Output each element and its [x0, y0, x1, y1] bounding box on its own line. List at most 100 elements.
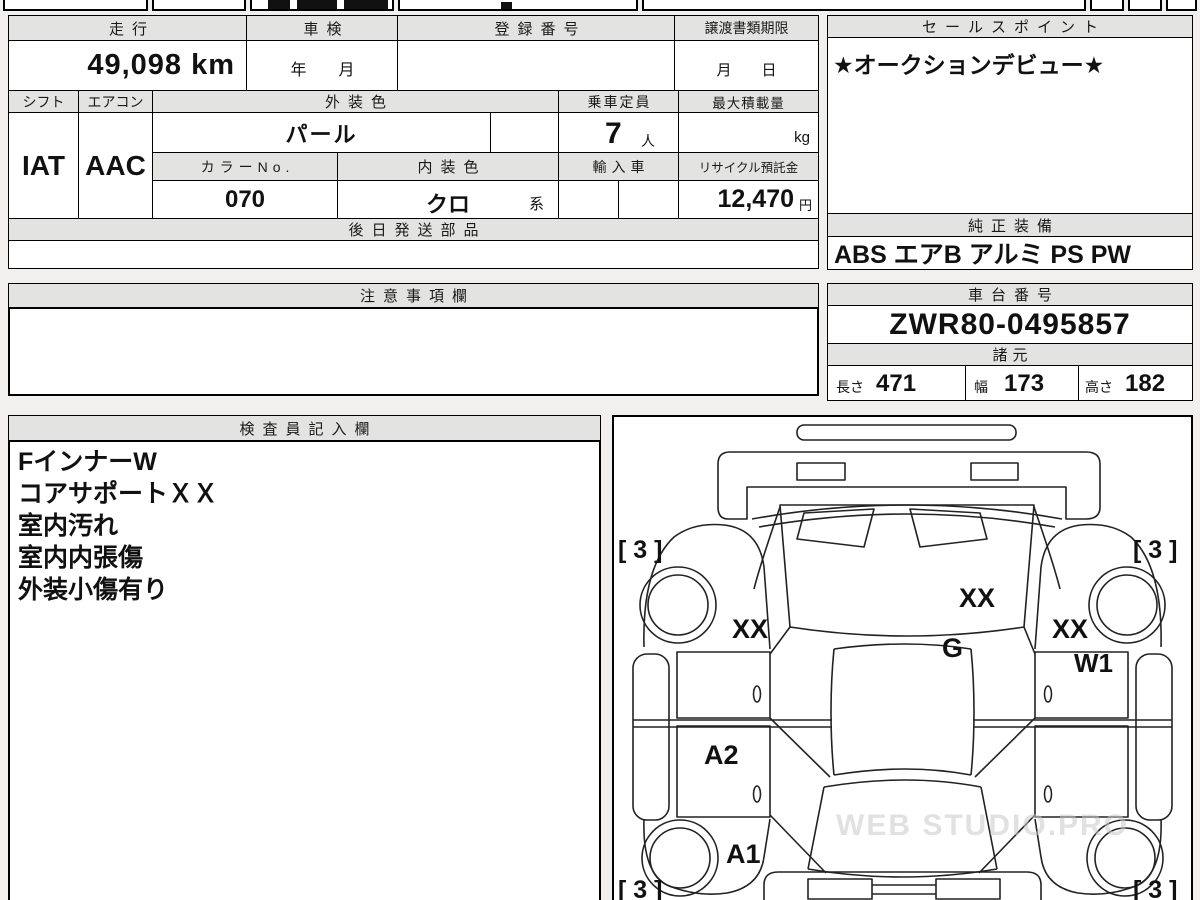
interior-color-header: 内装色 — [337, 152, 559, 181]
recycle-deposit-value: 12,470 — [717, 185, 794, 213]
height-label: 高さ — [1085, 379, 1113, 395]
roof-rear-arc — [823, 779, 982, 788]
caution-box — [8, 307, 819, 396]
door-handle-slit — [1043, 785, 1053, 803]
exterior-color-header: 外装色 — [152, 90, 559, 113]
wheel-front-left — [639, 566, 717, 644]
caution-header: 注意事項欄 — [8, 283, 819, 308]
import-value-cell-2 — [618, 180, 679, 219]
inspection-value: 年 月 — [246, 40, 399, 91]
corner-mark-rear-left: [ 3 ] — [618, 876, 662, 900]
genuine-equipment-value: ABS エアB アルミ PS PW — [827, 236, 1193, 270]
car-damage-diagram: WEB STUDIO.PRO [ 3 ] [ 3 ] XX XX XX G W1… — [618, 424, 1177, 900]
inspector-note: 室内内張傷 — [18, 544, 144, 572]
capacity-unit: 人 — [641, 133, 655, 149]
spec-width-cell: 幅 173 — [965, 365, 1079, 401]
rear-bumper-slot-right — [935, 878, 1001, 900]
wheel-front-left-inner — [647, 574, 709, 636]
left-sill — [632, 653, 670, 821]
chassis-header: 車台番号 — [827, 283, 1193, 306]
later-parts-header: 後日発送部品 — [8, 218, 819, 241]
interior-color-value-cell: クロ 系 — [337, 180, 559, 219]
length-label: 長さ — [836, 379, 864, 395]
aircon-header: エアコン — [78, 90, 153, 113]
clipped-cell — [3, 0, 148, 11]
inspection-header: 車検 — [246, 15, 399, 41]
front-bumper-slot-left — [796, 462, 846, 481]
length-value: 471 — [876, 370, 917, 397]
cowl-arc — [751, 504, 1063, 520]
interior-color-suffix: 系 — [528, 196, 544, 213]
mileage-value: 49,098 km — [8, 40, 248, 91]
spec-height-cell: 高さ 182 — [1078, 365, 1193, 401]
damage-mark-right-fender: XX — [1052, 614, 1088, 644]
rear-bumper-slot-left — [807, 878, 873, 900]
front-bumper-shape — [717, 451, 1101, 520]
clipped-cell — [1090, 0, 1124, 11]
clipped-cell — [1166, 0, 1197, 11]
clipped-cell — [398, 0, 638, 11]
inspector-note: 室内汚れ — [18, 512, 119, 540]
damage-mark-a2: A2 — [704, 740, 739, 770]
later-parts-value — [8, 240, 819, 269]
interior-color-value: クロ — [426, 192, 471, 217]
front-left-door — [676, 651, 771, 719]
rear-bumper-band — [872, 884, 936, 895]
auction-sheet: 走行 車検 登録番号 譲渡書類期限 49,098 km 年 月 月 日 シフト … — [0, 0, 1200, 900]
clipped-cell — [152, 0, 246, 11]
chassis-value: ZWR80-0495857 — [827, 305, 1193, 344]
width-label: 幅 — [974, 379, 988, 395]
damage-mark-left-fender: XX — [732, 614, 768, 644]
watermark-text: WEB STUDIO.PRO — [836, 809, 1129, 842]
exterior-color-extra-cell — [490, 112, 559, 153]
crease-line — [1023, 626, 1036, 655]
damage-mark-a1: A1 — [726, 839, 761, 869]
width-value: 173 — [1004, 370, 1045, 397]
sales-point-text: ★オークションデビュー★ — [833, 52, 1105, 78]
recycle-deposit-value-cell: 12,470 円 — [678, 180, 819, 219]
damage-mark-glass: G — [942, 633, 963, 663]
roof-strip-right-edge — [970, 648, 975, 776]
specs-header: 諸元 — [827, 343, 1193, 366]
door-handle-slit — [1043, 685, 1053, 703]
rear-right-door — [1034, 725, 1129, 818]
capacity-value: 7 — [605, 117, 622, 150]
color-no-value: 070 — [152, 180, 338, 219]
right-sill — [1135, 653, 1173, 821]
door-handle-slit — [752, 685, 762, 703]
import-value-cell-1 — [558, 180, 619, 219]
sales-point-box: ★オークションデビュー★ — [827, 37, 1193, 214]
inspector-note: コアサポートＸＸ — [18, 480, 219, 508]
clipped-text-fragment — [268, 0, 290, 9]
damage-mark-windshield: XX — [959, 583, 995, 613]
corner-mark-front-right: [ 3 ] — [1133, 536, 1177, 564]
clipped-cell — [642, 0, 1086, 11]
height-value: 182 — [1125, 370, 1166, 397]
color-no-header: カラーNo. — [152, 152, 338, 181]
genuine-equipment-header: 純正装備 — [827, 213, 1193, 237]
recycle-deposit-unit: 円 — [798, 198, 812, 213]
max-load-value-cell: kg — [678, 112, 819, 153]
wheel-front-right — [1088, 566, 1166, 644]
mileage-header: 走行 — [8, 15, 248, 41]
shift-header: シフト — [8, 90, 79, 113]
roof-strip-left-edge — [830, 648, 835, 776]
clipped-text-fragment — [297, 0, 337, 9]
inspector-header: 検査員記入欄 — [8, 415, 601, 441]
import-header: 輸入車 — [558, 152, 679, 181]
inspector-note: FインナーW — [18, 448, 157, 476]
clipped-cell — [1128, 0, 1162, 11]
transfer-deadline-header: 譲渡書類期限 — [674, 15, 819, 41]
damage-mark-w1: W1 — [1074, 648, 1113, 678]
inspector-note: 外装小傷有り — [18, 576, 169, 604]
car-diagram-box: WEB STUDIO.PRO [ 3 ] [ 3 ] XX XX XX G W1… — [612, 415, 1193, 900]
exterior-color-value: パール — [152, 112, 491, 153]
max-load-unit: kg — [794, 129, 810, 146]
door-handle-slit — [752, 785, 762, 803]
registration-value — [397, 40, 676, 91]
transfer-deadline-value: 月 日 — [674, 40, 819, 91]
recycle-deposit-header: リサイクル預託金 — [678, 152, 819, 181]
rear-window-bottom-arc — [807, 868, 998, 878]
clipped-text-fragment — [501, 2, 512, 9]
sales-point-header: セールスポイント — [827, 15, 1193, 38]
